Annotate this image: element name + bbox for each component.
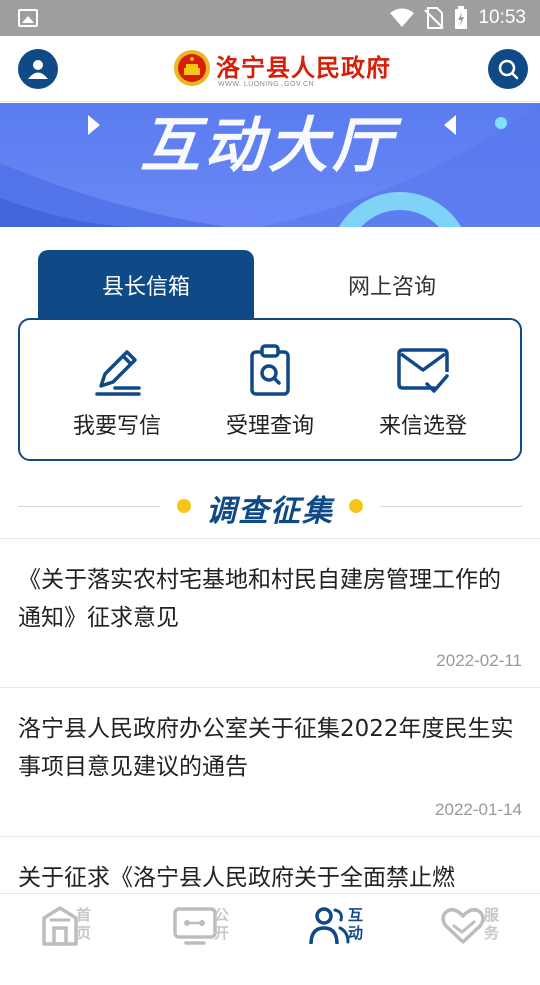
status-bar: 10:53 xyxy=(0,0,540,36)
tab-bar: 县长信箱 网上咨询 xyxy=(0,250,540,320)
write-letter-label: 我要写信 xyxy=(72,414,161,439)
status-time: 10:53 xyxy=(478,7,526,28)
divider-right xyxy=(380,506,522,507)
bottom-nav: 首页 公开 互动 服务 xyxy=(0,893,540,960)
nav-interact[interactable]: 互动 xyxy=(308,902,378,952)
clipboard-search-icon xyxy=(250,344,290,396)
section-title: 调查征集 xyxy=(206,494,334,529)
nav-home[interactable]: 首页 xyxy=(40,902,110,952)
actions-panel: 我要写信 受理查询 来信选登 xyxy=(18,318,522,461)
nav-home-label: 首页 xyxy=(76,906,92,942)
battery-charging-icon xyxy=(455,6,468,29)
list-item-date: 2022-01-14 xyxy=(435,800,522,819)
banner-title: 互动大厅 xyxy=(140,111,396,181)
divider-left xyxy=(18,506,160,507)
search-icon xyxy=(498,59,519,80)
site-title: 洛宁县人民政府 xyxy=(216,54,391,82)
nav-service-label: 服务 xyxy=(484,906,500,942)
search-button[interactable] xyxy=(488,49,528,89)
user-icon xyxy=(28,60,48,79)
survey-section-header: 调查征集 xyxy=(0,486,540,529)
status-right: 10:53 xyxy=(390,0,526,36)
site-url: WWW. LUONING .GOV.CN xyxy=(218,81,315,88)
list-item-title: 关于征求《洛宁县人民政府关于全面禁止燃 xyxy=(18,865,455,891)
list-item-title: 洛宁县人民政府办公室关于征集2022年度民生实事项目意见建议的通告 xyxy=(18,716,514,780)
image-notification-icon xyxy=(18,9,38,27)
dot-right xyxy=(349,499,363,513)
user-button[interactable] xyxy=(18,49,58,89)
monitor-icon xyxy=(173,907,217,945)
app-header: 洛宁县人民政府 WWW. LUONING .GOV.CN xyxy=(0,36,540,102)
query-button[interactable]: 受理查询 xyxy=(195,342,345,442)
banner-prev-icon[interactable] xyxy=(88,115,100,135)
nav-public-label: 公开 xyxy=(214,906,230,942)
building-icon xyxy=(42,906,78,946)
pen-icon xyxy=(95,350,141,396)
mail-check-icon xyxy=(397,348,449,393)
heart-icon xyxy=(441,908,485,944)
nav-interact-label: 互动 xyxy=(348,906,364,942)
national-emblem-icon xyxy=(174,50,210,86)
no-sim-icon xyxy=(424,7,445,29)
site-logo: 洛宁县人民政府 WWW. LUONING .GOV.CN xyxy=(172,44,392,94)
query-label: 受理查询 xyxy=(225,414,314,439)
list-item-title: 《关于落实农村宅基地和村民自建房管理工作的通知》征求意见 xyxy=(18,567,501,631)
users-icon xyxy=(309,907,350,945)
selected-letters-button[interactable]: 来信选登 xyxy=(348,342,498,442)
tab-online-consult[interactable]: 网上咨询 xyxy=(284,250,500,320)
nav-service[interactable]: 服务 xyxy=(440,902,510,952)
banner: 互动大厅 xyxy=(0,103,540,227)
list-item[interactable]: 《关于落实农村宅基地和村民自建房管理工作的通知》征求意见 2022-02-11 xyxy=(0,538,540,687)
write-letter-button[interactable]: 我要写信 xyxy=(42,342,192,442)
list-item[interactable]: 洛宁县人民政府办公室关于征集2022年度民生实事项目意见建议的通告 2022-0… xyxy=(0,687,540,836)
tab-mayor-mailbox[interactable]: 县长信箱 xyxy=(38,250,254,320)
wifi-icon xyxy=(390,8,415,27)
dot-left xyxy=(177,499,191,513)
list-item-date: 2022-02-11 xyxy=(436,651,522,670)
selected-letters-label: 来信选登 xyxy=(378,414,467,439)
nav-public[interactable]: 公开 xyxy=(172,902,242,952)
banner-next-icon[interactable] xyxy=(444,115,456,135)
